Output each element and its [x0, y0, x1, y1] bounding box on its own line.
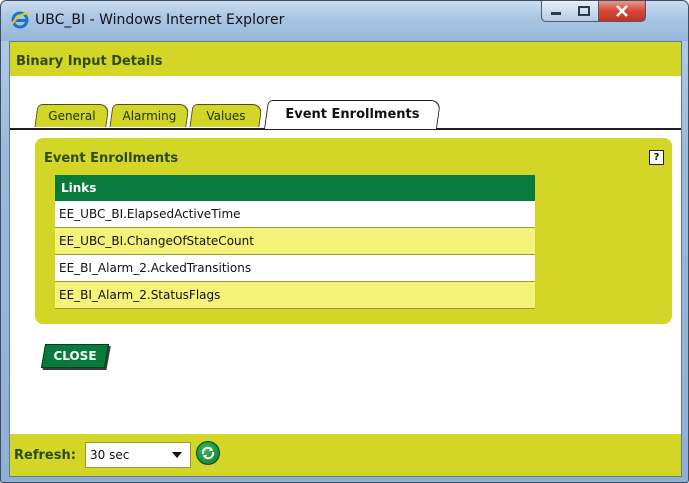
footer-bar: Refresh: 30 sec [10, 434, 681, 476]
link-cell[interactable]: EE_BI_Alarm_2.StatusFlags [55, 281, 535, 309]
chevron-down-icon [172, 452, 182, 458]
link-cell[interactable]: EE_UBC_BI.ChangeOfStateCount [55, 227, 535, 255]
close-icon [616, 5, 628, 17]
window-title: UBC_BI - Windows Internet Explorer [35, 12, 285, 28]
tab-alarming[interactable]: Alarming [109, 104, 190, 127]
close-button-label: CLOSE [53, 349, 97, 363]
minimize-button[interactable] [541, 1, 571, 22]
tab-strip: General Alarming Values Event Enrollment… [10, 100, 681, 130]
links-table: Links EE_UBC_BI.ElapsedActiveTime EE_UBC… [55, 175, 535, 309]
tab-event-enrollments[interactable]: Event Enrollments [263, 100, 442, 129]
browser-window: UBC_BI - Windows Internet Explorer Binar… [0, 0, 689, 483]
minimize-icon [551, 12, 561, 15]
tab-label: Alarming [122, 109, 177, 123]
page-content: Binary Input Details General Alarming Va… [9, 41, 682, 477]
link-cell[interactable]: EE_UBC_BI.ElapsedActiveTime [55, 201, 535, 228]
table-row[interactable]: EE_UBC_BI.ElapsedActiveTime [55, 201, 535, 228]
refresh-button[interactable] [196, 441, 220, 465]
title-bar[interactable]: UBC_BI - Windows Internet Explorer [1, 1, 688, 41]
tab-label: Event Enrollments [285, 107, 420, 122]
refresh-label: Refresh: [14, 448, 76, 463]
tab-label: Values [206, 109, 246, 123]
maximize-icon [578, 6, 590, 16]
link-cell[interactable]: EE_BI_Alarm_2.AckedTransitions [55, 254, 535, 282]
links-column-header: Links [55, 175, 535, 201]
refresh-interval-select[interactable]: 30 sec [85, 442, 191, 468]
panel-title: Event Enrollments [44, 151, 179, 166]
refresh-icon [201, 446, 215, 460]
table-row[interactable]: EE_BI_Alarm_2.StatusFlags [55, 281, 535, 309]
refresh-interval-value: 30 sec [90, 448, 130, 462]
close-button[interactable]: CLOSE [40, 344, 110, 368]
table-row[interactable]: EE_UBC_BI.ChangeOfStateCount [55, 227, 535, 255]
tab-general[interactable]: General [34, 104, 110, 127]
header-bar: Binary Input Details [10, 42, 681, 76]
maximize-button[interactable] [570, 1, 599, 22]
tab-values[interactable]: Values [189, 104, 263, 127]
help-icon[interactable]: ? [649, 150, 664, 165]
table-row[interactable]: EE_BI_Alarm_2.AckedTransitions [55, 254, 535, 282]
page-title: Binary Input Details [16, 54, 163, 69]
tab-label: General [48, 109, 96, 123]
close-window-button[interactable] [599, 1, 646, 22]
event-enrollments-panel: Event Enrollments ? Links EE_UBC_BI.Elap… [35, 138, 672, 324]
ie-icon [11, 11, 30, 29]
